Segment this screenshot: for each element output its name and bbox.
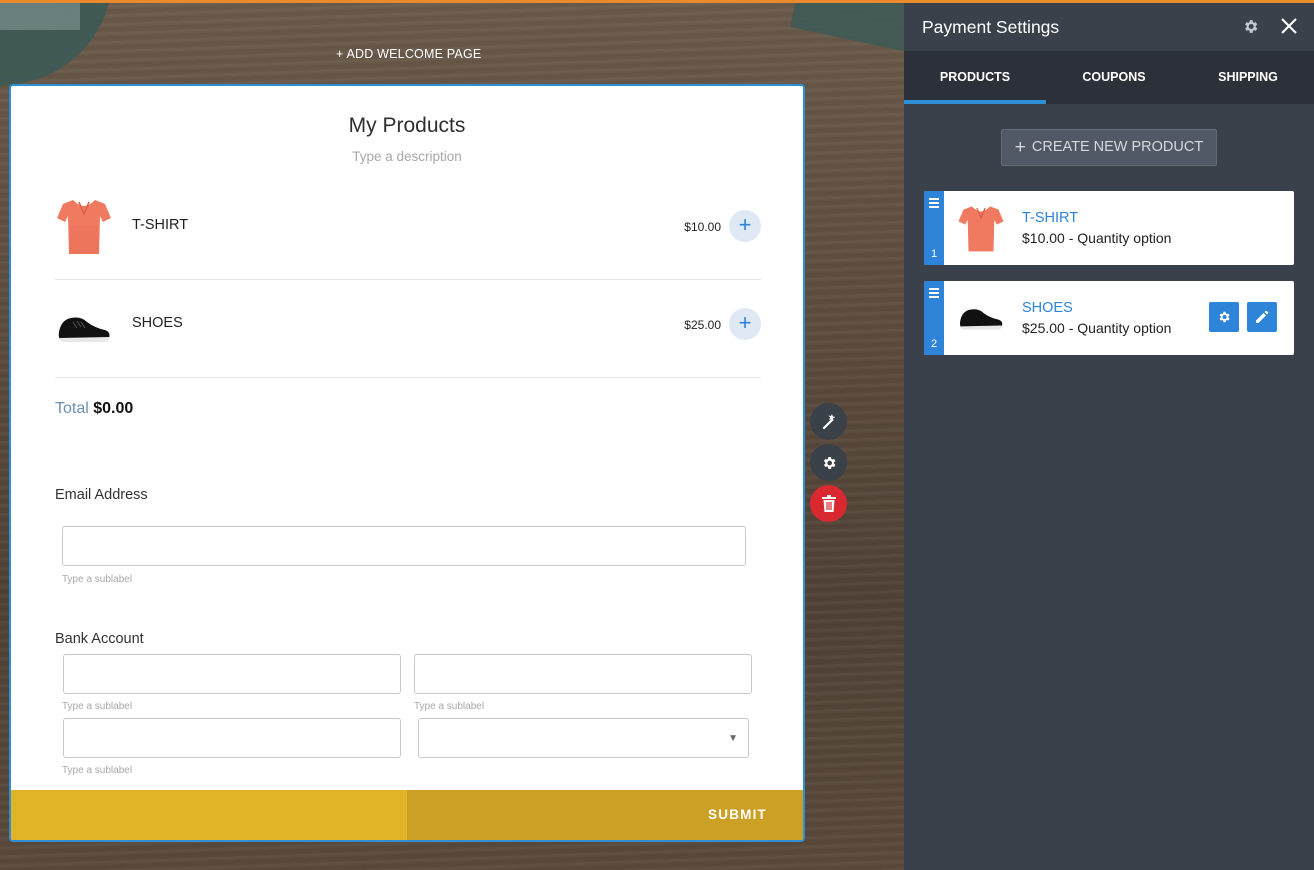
form-designer-button[interactable] [810,403,847,440]
bank-account-label: Bank Account [55,631,144,647]
bank-account-field-2[interactable] [414,654,752,694]
product-price: $10.00 [684,220,721,234]
create-new-product-button[interactable]: + CREATE NEW PRODUCT [1001,129,1217,166]
product-card[interactable]: 1 T-SHIRT $10.00 - Quantity option [924,191,1294,265]
bank-sublabel-1: Type a sublabel [62,701,133,712]
product-edit-button[interactable] [1247,302,1277,332]
panel-tabs: PRODUCTS COUPONS SHIPPING [904,51,1314,104]
background-decor [790,0,904,52]
total-value: $0.00 [93,400,134,417]
panel-header: Payment Settings [904,0,1314,51]
tab-shipping[interactable]: SHIPPING [1182,51,1314,104]
shoe-icon [959,309,1003,330]
drag-handle[interactable]: 2 [924,281,944,355]
dropdown-arrow-icon: ▼ [728,733,738,744]
add-to-cart-button[interactable]: + [729,308,761,340]
product-row: SHOES $25.00 + [55,280,761,378]
tshirt-icon [57,200,111,254]
trash-icon [821,495,836,512]
product-card-name: T-SHIRT [1022,210,1079,226]
drag-handle[interactable]: 1 [924,191,944,265]
shoe-icon [58,317,110,342]
pencil-icon [1256,310,1269,323]
gear-icon [1219,311,1230,323]
product-price: $25.00 [684,318,721,332]
gear-icon [823,456,835,469]
tab-coupons[interactable]: COUPONS [1046,51,1182,104]
product-index: 1 [930,248,938,260]
drag-handle-icon [929,198,939,210]
magic-wand-icon [822,413,835,429]
total-summary: Total $0.00 [55,400,133,418]
bank-sublabel-2: Type a sublabel [414,701,485,712]
add-welcome-page-link[interactable]: + ADD WELCOME PAGE [336,47,481,61]
payment-form-card: My Products Type a description T-SHIRT $… [9,84,805,842]
payment-settings-panel: Payment Settings PRODUCTS COUPONS SHIPPI… [904,0,1314,870]
delete-field-button[interactable] [810,485,847,522]
product-card-name: SHOES [1022,300,1073,316]
product-index: 2 [930,338,938,350]
tab-products[interactable]: PRODUCTS [904,51,1046,104]
background-decor [0,0,80,30]
form-title[interactable]: My Products [11,114,803,138]
form-description[interactable]: Type a description [11,149,803,164]
plus-icon: + [1014,137,1026,158]
bank-account-select[interactable]: ▼ [418,718,749,758]
email-sublabel: Type a sublabel [62,574,133,585]
drag-handle-icon [929,288,939,300]
product-name: SHOES [132,315,183,331]
email-field[interactable] [62,526,746,566]
plus-icon: + [738,212,752,237]
gear-icon[interactable] [1242,18,1259,35]
total-label: Total [55,400,89,417]
submit-button-label[interactable]: SUBMIT [708,807,767,822]
bank-account-field-3[interactable] [63,718,401,758]
product-card[interactable]: 2 SHOES $25.00 - Quantity option [924,281,1294,355]
create-new-product-label: CREATE NEW PRODUCT [1031,139,1204,155]
submit-bar: SUBMIT [11,790,803,840]
close-icon[interactable] [1280,17,1298,35]
email-label: Email Address [55,487,148,503]
bank-account-field-1[interactable] [63,654,401,694]
panel-title: Payment Settings [922,17,1060,37]
bank-sublabel-3: Type a sublabel [62,765,133,776]
product-name: T-SHIRT [132,217,189,233]
top-accent-bar [0,0,1314,3]
tshirt-icon [958,206,1004,252]
product-card-desc: $25.00 - Quantity option [1022,320,1172,336]
plus-icon: + [738,310,752,335]
product-card-desc: $10.00 - Quantity option [1022,230,1172,246]
add-to-cart-button[interactable]: + [729,210,761,242]
product-settings-button[interactable] [1209,302,1239,332]
form-settings-button[interactable] [810,444,847,481]
product-row: T-SHIRT $10.00 + [55,182,761,280]
